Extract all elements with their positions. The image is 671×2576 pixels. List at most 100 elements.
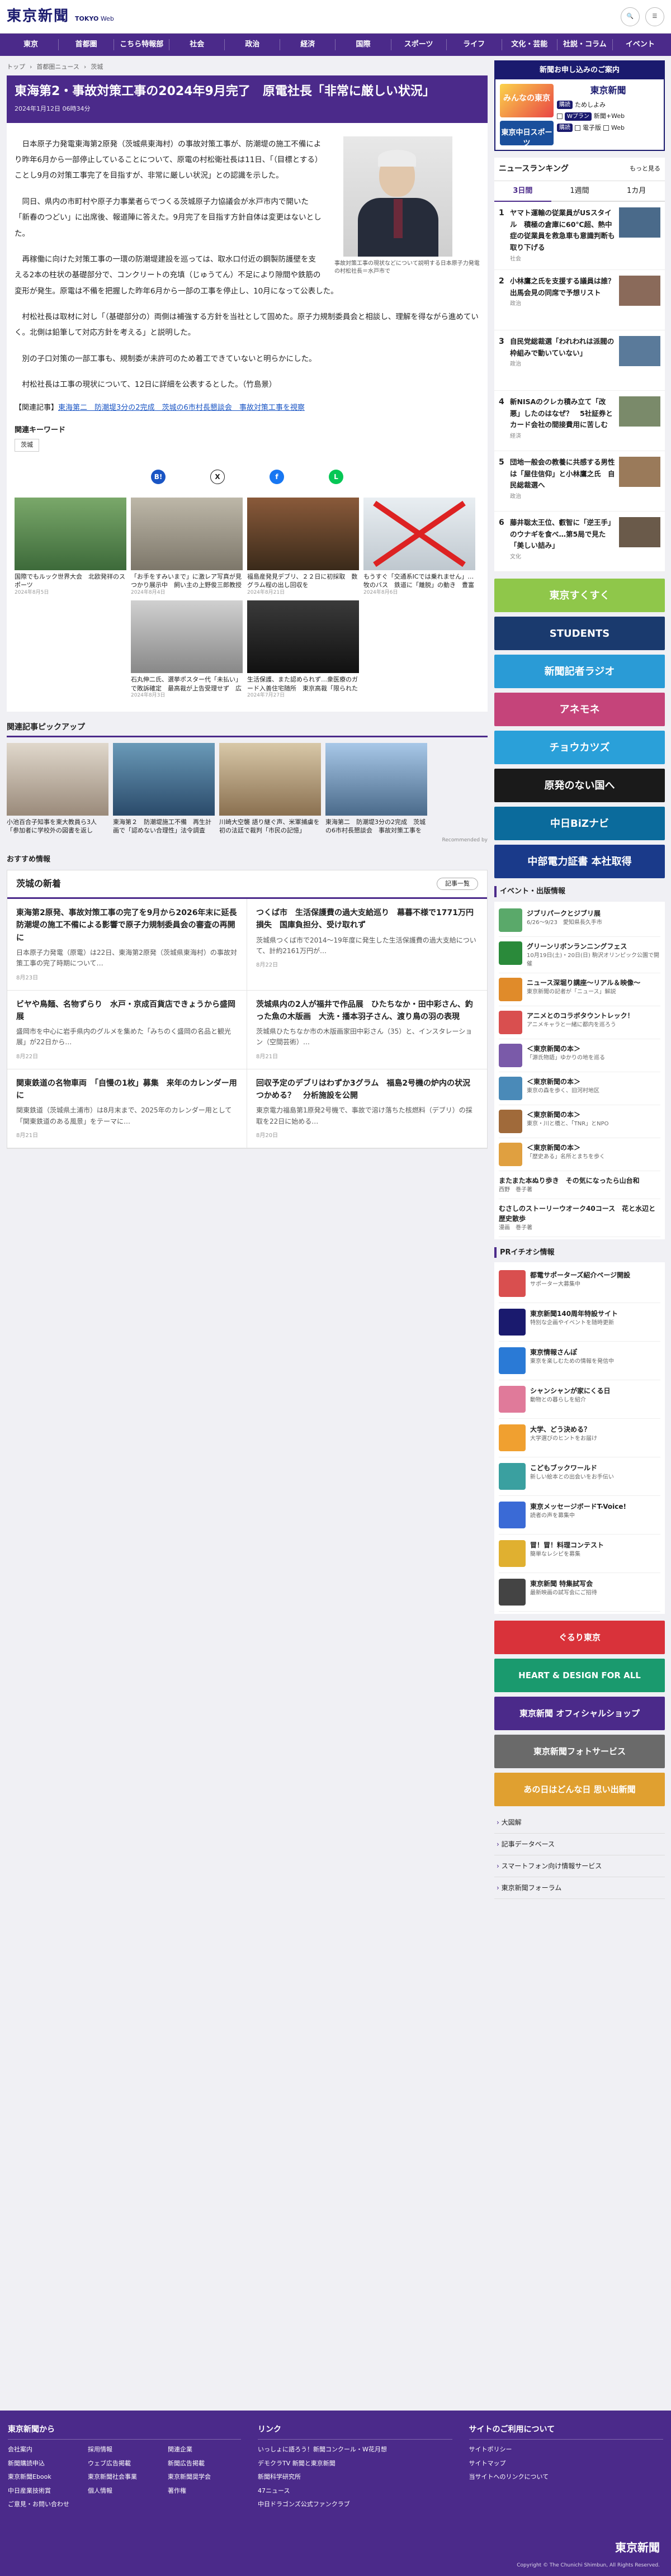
pr-title[interactable]: 大学、どう決める？ [530, 1424, 597, 1434]
event-item[interactable]: ＜東京新聞の本＞ 東京の森を歩く、旧河村地区 [499, 1072, 660, 1105]
related-card[interactable]: もうすぐ「交通系ICでは乗れません」…牧のバス 鉄道に「離脱」の動き 豊富両線と… [363, 497, 475, 596]
ranking-tab[interactable]: 1カ月 [608, 181, 665, 202]
pr-item[interactable]: 東京新聞 特集試写会 最新映画の試写会にご招待 [499, 1573, 660, 1612]
nav-item[interactable]: 社説・コラム [557, 39, 613, 50]
sidebar-banner[interactable]: 東京すくすく [494, 579, 665, 612]
ranking-thumb[interactable] [619, 457, 660, 487]
pr-title[interactable]: シャンシャンが家にくる日 [530, 1386, 611, 1396]
site-logo[interactable]: 東京新聞 [7, 6, 69, 27]
ranking-title[interactable]: 小林鷹之氏を支援する議員は誰？ 出馬会見の同席で予想リスト 政治 [510, 276, 622, 324]
event-item[interactable]: グリーンリボンランニングフェス 10月19日(土)・20日(日) 駒沢オリンピック… [499, 937, 660, 973]
promo-banner[interactable]: あの日はどんな日 思い出新聞 [494, 1773, 665, 1806]
footer-link[interactable]: 東京新聞社会事業 [88, 2473, 161, 2482]
pickup-title[interactable]: 東海第２ 防潮堤施工不備 再生計画で「認めない合理性」法令調査 [113, 818, 215, 835]
sidebar-link[interactable]: 記事データベース [494, 1834, 665, 1855]
nav-item[interactable]: 社会 [169, 39, 225, 50]
pr-title[interactable]: 冒！冒！料理コンテスト [530, 1540, 604, 1550]
ranking-thumb[interactable] [619, 207, 660, 238]
card-title[interactable]: 国際でもルック世界大会 北欧発祥のスポーツ [15, 572, 126, 589]
promo-row-3[interactable]: 購読 電子版 Web [557, 124, 659, 133]
pr-item[interactable]: 東京情報さんぽ 東京を楽しむための情報を発信中 [499, 1342, 660, 1380]
event-title[interactable]: ＜東京新聞の本＞ [527, 1110, 609, 1120]
pr-title[interactable]: 東京新聞140周年特設サイト [530, 1309, 618, 1319]
nav-item[interactable]: スポーツ [391, 39, 447, 50]
footer-link[interactable]: 新聞購読申込 [8, 2459, 81, 2469]
footer-link[interactable]: ウェブ広告掲載 [88, 2459, 161, 2469]
search-icon[interactable]: 🔍 [621, 7, 640, 26]
news-item[interactable]: 東海第2原発、事故対策工事の完了を9月から2026年末に延長 防潮堤の施工不備に… [7, 898, 247, 991]
nav-item[interactable]: ライフ [447, 39, 502, 50]
event-item[interactable]: ＜東京新聞の本＞ 「歴史ある」名所とまちを歩く [499, 1138, 660, 1171]
news-item[interactable]: ビヤや鳥麺、名物ずらり 水戸・京成百貨店できょうから盛岡展 盛岡市を中心に岩手県内… [7, 990, 247, 1069]
pr-title[interactable]: こどもブックワールド [530, 1463, 614, 1473]
ibaraki-more-button[interactable]: 記事一覧 [437, 877, 478, 891]
footer-link[interactable]: デモクラTV 新聞と東京新聞 [258, 2459, 452, 2469]
related-card[interactable]: 国際でもルック世界大会 北欧発祥のスポーツ 2024年8月5日 [15, 497, 126, 596]
news-title[interactable]: 関東鉄道の名物車両 「自慢の1枚」募集 来年のカレンダー用に [16, 1077, 238, 1102]
book-item[interactable]: またまた本ぬり歩き その気になったら山台和 西野 巻子著 [499, 1171, 660, 1199]
pickup-image[interactable] [325, 742, 427, 816]
footer-link[interactable]: サイトマップ [469, 2459, 664, 2469]
related-card[interactable]: 石丸伸二氏、選挙ポスター代「未払い」で敗訴確定 最高裁が上告受理せず 広島・安芸… [131, 600, 243, 699]
ranking-item[interactable]: 5 団地一般会の教養に共感する男性は「屋住信仰」と小林鷹之氏 自民総裁選へ 政治 [494, 451, 665, 512]
keyword-tag[interactable]: 茨城 [15, 439, 39, 452]
footer-link[interactable]: 新聞科学研究所 [258, 2473, 452, 2482]
footer-link[interactable]: 会社案内 [8, 2445, 81, 2455]
card-title[interactable]: もうすぐ「交通系ICでは乗れません」…牧のバス 鉄道に「離脱」の動き 豊富両線と… [363, 572, 475, 589]
ranking-item[interactable]: 6 藤井聡太王位、叡智に「逆王手」のウナギを食べ…第5局で見た「美しい詰み」 文化 [494, 512, 665, 572]
footer-link[interactable]: 中日ドラゴンズ公式ファンクラブ [258, 2500, 452, 2509]
sidebar-link[interactable]: 大図解 [494, 1812, 665, 1834]
pickup-image[interactable] [113, 742, 215, 816]
sidebar-link[interactable]: 東京新聞フォーラム [494, 1877, 665, 1899]
footer-link[interactable]: 採用情報 [88, 2445, 161, 2455]
promo-row-1[interactable]: 購読 ためしよみ [557, 101, 659, 110]
footer-link[interactable]: サイトポリシー [469, 2445, 664, 2455]
news-title[interactable]: 回収予定のデブリはわずか3グラム 福島2号機の炉内の状況つかめる？ 分析施設を公… [256, 1077, 478, 1102]
card-image[interactable] [15, 600, 126, 674]
book-title[interactable]: またまた本ぬり歩き その気になったら山台和 [499, 1176, 640, 1186]
pickup-card[interactable]: 川崎大空襲 語り継ぐ声、米軍捕虜を初の法廷で裁判「市民の記憶」 [219, 742, 321, 835]
footer-link[interactable]: ご意見・お問い合わせ [8, 2500, 81, 2509]
pr-title[interactable]: 東京情報さんぽ [530, 1347, 614, 1357]
related-card[interactable]: 生活保護、また認められず…衆医療のガード入善住宅随所 東京高裁「限られた財源で国… [247, 600, 359, 699]
pr-title[interactable]: 東京メッセージボードT-Voice! [530, 1502, 626, 1512]
pr-item[interactable]: 冒！冒！料理コンテスト 簡単なレシピを募集 [499, 1535, 660, 1573]
facebook-share-icon[interactable]: f [270, 469, 284, 484]
news-item[interactable]: 回収予定のデブリはわずか3グラム 福島2号機の炉内の状況つかめる？ 分析施設を公… [247, 1069, 487, 1148]
ranking-more-link[interactable]: もっと見る [630, 164, 660, 174]
sidebar-link[interactable]: スマートフォン向け情報サービス [494, 1855, 665, 1877]
event-item[interactable]: ＜東京新聞の本＞ 東京・川と橋と、「TNR」とNPO [499, 1105, 660, 1138]
event-title[interactable]: アニメとのコラボタウントレック！ [527, 1011, 634, 1021]
news-title[interactable]: 東海第2原発、事故対策工事の完了を9月から2026年末に延長 防潮堤の施工不備に… [16, 907, 244, 944]
footer-link[interactable]: 新聞広告掲載 [168, 2459, 241, 2469]
menu-icon[interactable]: ☰ [645, 7, 664, 26]
ranking-tab[interactable]: 1週間 [551, 181, 608, 202]
card-title[interactable]: 生活保護、また認められず…衆医療のガード入善住宅随所 東京高裁「限られた財源で国… [247, 675, 359, 692]
ranking-thumb[interactable] [619, 396, 660, 427]
card-image[interactable] [131, 497, 243, 570]
footer-link[interactable]: 中日産業技術賞 [8, 2487, 81, 2496]
card-title[interactable]: 石丸伸二氏、選挙ポスター代「未払い」で敗訴確定 最高裁が上告受理せず 広島・安芸… [131, 675, 243, 692]
ranking-item[interactable]: 1 ヤマト運輸の従業員がUSスタイル 積極の倉庫に60℃超、熱中症の従業員を救急車… [494, 202, 665, 270]
promo-image-2[interactable]: 東京中日スポーツ [500, 120, 554, 148]
pr-title[interactable]: 東京新聞 特集試写会 [530, 1579, 597, 1589]
breadcrumb-item[interactable]: 茨城 [91, 63, 103, 70]
ranking-title[interactable]: 団地一般会の教養に共感する男性は「屋住信仰」と小林鷹之氏 自民総裁選へ 政治 [510, 457, 616, 505]
card-title[interactable]: 「お手をすみいまで」に激レア写真が見つかり展示中 飼い主の上野俊三郎教授が寄贈し… [131, 572, 243, 589]
card-title[interactable]: 福島産発見デブリ、２２日に初採取 数グラム程の出し回収を [247, 572, 359, 589]
card-image[interactable] [15, 497, 126, 570]
pr-item[interactable]: シャンシャンが家にくる日 動物との暮らしを紹介 [499, 1380, 660, 1419]
x-share-icon[interactable]: X [210, 469, 225, 484]
pr-item[interactable]: 大学、どう決める？ 大学選びのヒントをお届け [499, 1419, 660, 1457]
ranking-tab[interactable]: 3日間 [494, 181, 551, 202]
ranking-thumb[interactable] [619, 517, 660, 547]
related-card[interactable] [15, 600, 126, 699]
footer-logo[interactable]: 東京新聞 [615, 2539, 660, 2556]
book-item[interactable]: むさしのストーリーウオーク40コース 花と水辺と歴史散歩 漫画 巻子著 [499, 1199, 660, 1237]
pickup-card[interactable]: 東海第２ 防潮堤施工不備 再生計画で「認めない合理性」法令調査 [113, 742, 215, 835]
related-card[interactable]: 福島産発見デブリ、２２日に初採取 数グラム程の出し回収を 2024年8月21日 [247, 497, 359, 596]
news-item[interactable]: つくば市 生活保護費の過大支給巡り 幕暮不様で1771万円損失 国庫負担分、受け… [247, 899, 487, 991]
line-share-icon[interactable]: L [329, 469, 343, 484]
card-image[interactable] [247, 497, 359, 570]
footer-link[interactable]: 著作権 [168, 2487, 241, 2496]
